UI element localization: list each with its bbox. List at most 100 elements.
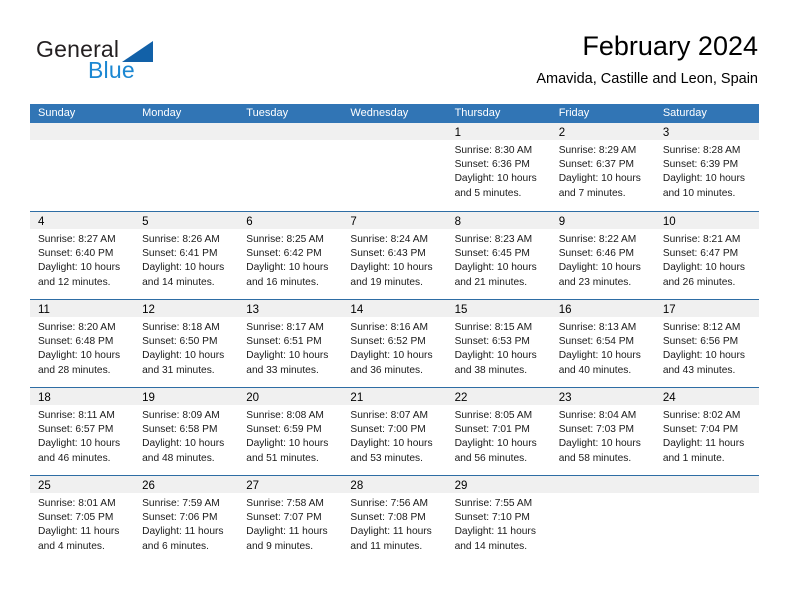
calendar-day-cell[interactable]: 3 Sunrise: 8:28 AM Sunset: 6:39 PM Daylight…	[654, 123, 759, 211]
calendar-day-cell[interactable]: 15 Sunrise: 8:15 AM Sunset: 6:53 PM Dayligh…	[446, 300, 551, 387]
calendar-day-cell-empty	[342, 123, 447, 211]
day-number-band: 14	[342, 300, 447, 317]
day-number-band: 29	[446, 476, 551, 493]
day-details: Sunrise: 8:17 AM Sunset: 6:51 PM Daylight:…	[238, 317, 342, 378]
day-number: 19	[142, 392, 155, 404]
daylight-line-cont: and 31 minutes.	[142, 364, 215, 376]
general-blue-logo[interactable]: General Blue	[36, 36, 216, 88]
day-details: Sunrise: 8:02 AM Sunset: 7:04 PM Daylight:…	[655, 405, 759, 466]
daylight-line-cont: and 48 minutes.	[142, 452, 215, 464]
calendar-day-cell[interactable]: 9 Sunrise: 8:22 AM Sunset: 6:46 PM Daylight…	[550, 212, 655, 299]
day-number: 9	[558, 216, 566, 228]
day-number-band: 6	[238, 212, 343, 229]
day-number: 18	[38, 392, 51, 404]
sunrise-line: Sunrise: 8:04 AM	[558, 410, 637, 421]
page-header: General Blue February 2024 Amavida, Cast…	[0, 0, 792, 100]
day-number-band: 16	[550, 300, 655, 317]
calendar-day-cell[interactable]: 14 Sunrise: 8:16 AM Sunset: 6:52 PM Dayligh…	[342, 300, 447, 387]
day-number-band: 25	[30, 476, 135, 493]
day-number-band	[550, 476, 655, 493]
day-details: Sunrise: 8:07 AM Sunset: 7:00 PM Daylight:…	[342, 405, 446, 466]
calendar-day-cell[interactable]: 22 Sunrise: 8:05 AM Sunset: 7:01 PM Dayligh…	[446, 388, 551, 475]
calendar-day-cell[interactable]: 23 Sunrise: 8:04 AM Sunset: 7:03 PM Dayligh…	[550, 388, 655, 475]
daylight-line-cont: and 53 minutes.	[350, 452, 423, 464]
calendar-day-cell[interactable]: 6 Sunrise: 8:25 AM Sunset: 6:42 PM Daylight…	[238, 212, 343, 299]
daylight-line: Daylight: 10 hours	[38, 262, 121, 274]
calendar-day-cell[interactable]: 28 Sunrise: 7:56 AM Sunset: 7:08 PM Dayligh…	[342, 476, 447, 563]
calendar-day-cell[interactable]: 2 Sunrise: 8:29 AM Sunset: 6:37 PM Daylight…	[550, 123, 655, 211]
daylight-line: Daylight: 10 hours	[350, 350, 433, 362]
day-number-band	[134, 123, 239, 140]
day-number: 25	[38, 480, 51, 492]
sunset-line: Sunset: 7:07 PM	[246, 512, 322, 524]
day-number-band: 23	[550, 388, 655, 405]
daylight-line-cont: and 11 minutes.	[350, 540, 423, 552]
day-number-band: 1	[446, 123, 551, 140]
sunrise-line: Sunrise: 8:08 AM	[246, 410, 324, 421]
sunrise-line: Sunrise: 8:12 AM	[662, 322, 741, 333]
day-details: Sunrise: 8:13 AM Sunset: 6:54 PM Daylight:…	[551, 317, 655, 378]
daylight-line-cont: and 23 minutes.	[558, 276, 632, 288]
daylight-line: Daylight: 10 hours	[662, 173, 745, 185]
day-number: 1	[454, 127, 461, 139]
day-number: 21	[350, 392, 364, 404]
sunrise-line: Sunrise: 7:58 AM	[246, 498, 324, 509]
day-details: Sunrise: 8:18 AM Sunset: 6:50 PM Daylight:…	[134, 317, 238, 378]
day-details: Sunrise: 8:05 AM Sunset: 7:01 PM Daylight:…	[447, 405, 551, 466]
calendar-day-cell[interactable]: 11 Sunrise: 8:20 AM Sunset: 6:48 PM Dayligh…	[30, 300, 135, 387]
calendar-day-cell[interactable]: 24 Sunrise: 8:02 AM Sunset: 7:04 PM Dayligh…	[654, 388, 759, 475]
daylight-line: Daylight: 10 hours	[38, 350, 121, 362]
sunset-line: Sunset: 7:08 PM	[350, 512, 426, 524]
day-number-band: 27	[238, 476, 343, 493]
calendar-day-cell[interactable]: 4 Sunrise: 8:27 AM Sunset: 6:40 PM Daylight…	[30, 212, 135, 299]
daylight-line: Daylight: 11 hours	[662, 438, 745, 450]
day-details: Sunrise: 8:26 AM Sunset: 6:41 PM Daylight:…	[134, 229, 238, 290]
calendar-day-cell[interactable]: 20 Sunrise: 8:08 AM Sunset: 6:59 PM Dayligh…	[238, 388, 343, 475]
day-number-band	[30, 123, 135, 140]
daylight-line-cont: and 19 minutes.	[350, 276, 423, 288]
daylight-line: Daylight: 10 hours	[454, 438, 537, 450]
daylight-line-cont: and 51 minutes.	[246, 452, 319, 464]
calendar-day-cell[interactable]: 25 Sunrise: 8:01 AM Sunset: 7:05 PM Dayligh…	[30, 476, 135, 563]
calendar-day-cell[interactable]: 21 Sunrise: 8:07 AM Sunset: 7:00 PM Dayligh…	[342, 388, 447, 475]
calendar-day-cell[interactable]: 8 Sunrise: 8:23 AM Sunset: 6:45 PM Daylight…	[446, 212, 551, 299]
daylight-line: Daylight: 10 hours	[662, 262, 745, 274]
calendar-weeks: 1 Sunrise: 8:30 AM Sunset: 6:36 PM Daylight…	[30, 123, 759, 563]
calendar-day-cell[interactable]: 12 Sunrise: 8:18 AM Sunset: 6:50 PM Dayligh…	[134, 300, 239, 387]
sunrise-line: Sunrise: 8:29 AM	[558, 145, 637, 156]
calendar-day-cell[interactable]: 16 Sunrise: 8:13 AM Sunset: 6:54 PM Dayligh…	[550, 300, 655, 387]
calendar-day-cell[interactable]: 29 Sunrise: 7:55 AM Sunset: 7:10 PM Dayligh…	[446, 476, 551, 563]
sunset-line: Sunset: 6:39 PM	[662, 159, 739, 171]
day-details: Sunrise: 8:09 AM Sunset: 6:58 PM Daylight:…	[134, 405, 238, 466]
sunrise-line: Sunrise: 7:55 AM	[454, 498, 533, 509]
day-number-band: 13	[238, 300, 343, 317]
calendar-day-cell[interactable]: 17 Sunrise: 8:12 AM Sunset: 6:56 PM Dayligh…	[654, 300, 759, 387]
sunrise-line: Sunrise: 8:30 AM	[454, 145, 533, 156]
calendar-day-cell[interactable]: 18 Sunrise: 8:11 AM Sunset: 6:57 PM Dayligh…	[30, 388, 135, 475]
calendar-day-cell[interactable]: 7 Sunrise: 8:24 AM Sunset: 6:43 PM Daylight…	[342, 212, 447, 299]
day-number-band: 12	[134, 300, 239, 317]
calendar-day-cell[interactable]: 10 Sunrise: 8:21 AM Sunset: 6:47 PM Dayligh…	[654, 212, 759, 299]
day-number-band: 2	[550, 123, 655, 140]
day-number-band	[654, 476, 759, 493]
day-details: Sunrise: 7:56 AM Sunset: 7:08 PM Daylight:…	[342, 493, 446, 554]
sunrise-line: Sunrise: 8:07 AM	[350, 410, 429, 421]
calendar-day-cell[interactable]: 26 Sunrise: 7:59 AM Sunset: 7:06 PM Dayligh…	[134, 476, 239, 563]
sunrise-line: Sunrise: 8:23 AM	[454, 234, 533, 245]
calendar-day-cell[interactable]: 1 Sunrise: 8:30 AM Sunset: 6:36 PM Daylight…	[446, 123, 551, 211]
day-details: Sunrise: 8:20 AM Sunset: 6:48 PM Daylight:…	[30, 317, 134, 378]
day-number-band: 4	[30, 212, 135, 229]
calendar-day-cell[interactable]: 27 Sunrise: 7:58 AM Sunset: 7:07 PM Dayligh…	[238, 476, 343, 563]
daylight-line: Daylight: 11 hours	[142, 526, 224, 538]
daylight-line-cont: and 58 minutes.	[558, 452, 632, 464]
sunset-line: Sunset: 6:48 PM	[38, 336, 114, 348]
calendar-day-cell[interactable]: 13 Sunrise: 8:17 AM Sunset: 6:51 PM Dayligh…	[238, 300, 343, 387]
daylight-line-cont: and 10 minutes.	[662, 187, 736, 199]
calendar-day-cell[interactable]: 5 Sunrise: 8:26 AM Sunset: 6:41 PM Daylight…	[134, 212, 239, 299]
day-number: 14	[350, 304, 364, 316]
day-number: 23	[558, 392, 572, 404]
day-number-band: 22	[446, 388, 551, 405]
day-number: 15	[454, 304, 468, 316]
calendar-day-cell[interactable]: 19 Sunrise: 8:09 AM Sunset: 6:58 PM Dayligh…	[134, 388, 239, 475]
daylight-line-cont: and 46 minutes.	[38, 452, 111, 464]
